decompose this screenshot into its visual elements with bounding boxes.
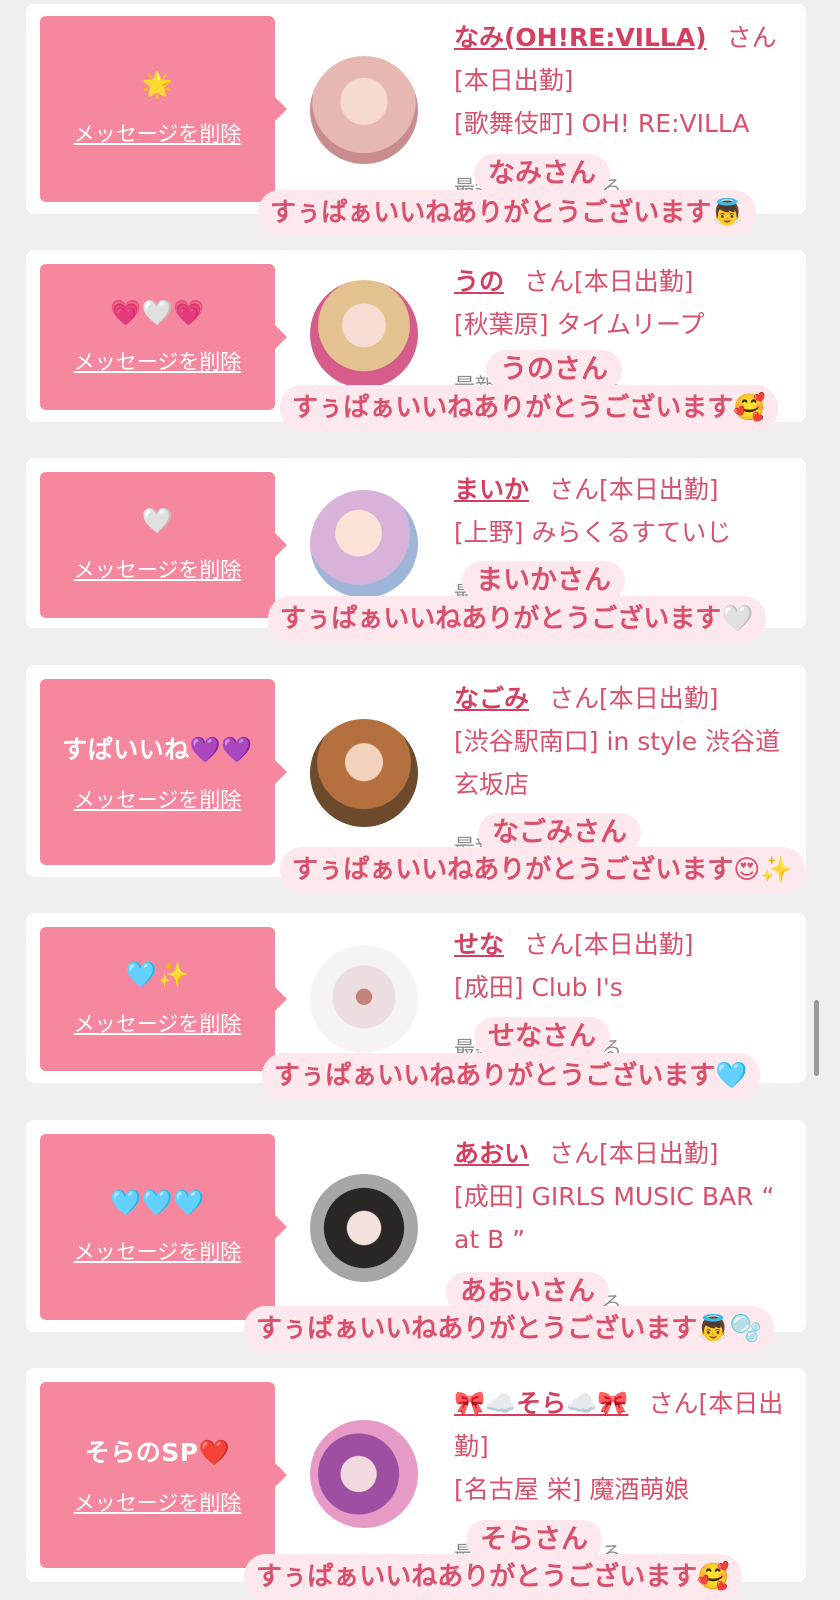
- delete-message-link[interactable]: メッセージを削除: [74, 784, 242, 814]
- profile-info: まいか さん[本日出勤] [上野] みらくるすていじ: [454, 468, 794, 554]
- message-text: すぱいいね💜💜: [62, 735, 253, 764]
- caption-name: なみさん: [474, 154, 610, 194]
- cast-status: さん[本日出勤]: [549, 684, 719, 713]
- delete-message-link[interactable]: メッセージを削除: [74, 1487, 242, 1517]
- cast-name-link[interactable]: なみ(OH!RE:VILLA): [454, 23, 707, 52]
- cast-name-link[interactable]: なごみ: [454, 684, 529, 713]
- profile-info: なごみ さん[本日出勤] [渋谷駅南口] in style 渋谷道玄坂店: [454, 677, 794, 806]
- profile-info: せな さん[本日出勤] [成田] Club I's: [454, 923, 794, 1009]
- message-text: 🩵✨: [125, 960, 190, 989]
- message-text: そらのSP❤️: [84, 1438, 231, 1467]
- cast-name-link[interactable]: まいか: [454, 475, 529, 504]
- avatar[interactable]: [310, 945, 418, 1053]
- caption-name: せなさん: [474, 1017, 610, 1057]
- delete-message-link[interactable]: メッセージを削除: [74, 1236, 242, 1266]
- caption-line: すぅぱぁいいねありがとうございます👼: [258, 190, 756, 236]
- avatar[interactable]: [310, 1420, 418, 1528]
- message-text: 🌟: [141, 70, 174, 99]
- avatar[interactable]: [310, 719, 418, 827]
- shop-label: [秋葉原] タイムリープ: [454, 310, 705, 339]
- profile-info: 🎀☁️そら☁️🎀 さん[本日出勤] [名古屋 栄] 魔酒萌娘: [454, 1382, 794, 1511]
- cast-status: さん[本日出勤]: [524, 930, 694, 959]
- list-item: 🌟 メッセージを削除 なみ(OH!RE:VILLA) さん[本日出勤] [歌舞伎町…: [26, 4, 806, 236]
- message-box: 🤍 メッセージを削除: [40, 472, 287, 618]
- shop-label: [成田] GIRLS MUSIC BAR “ at B ”: [454, 1182, 775, 1254]
- caption-name: うのさん: [486, 350, 622, 390]
- list-item: 🤍 メッセージを削除 まいかさん[本日出勤] [上野] みらくるすていじ 最新の…: [26, 458, 806, 642]
- delete-message-link[interactable]: メッセージを削除: [74, 1008, 242, 1038]
- message-box: 💗🤍💗 メッセージを削除: [40, 264, 287, 410]
- list-item: 💗🤍💗 メッセージを削除 うのさん[本日出勤] [秋葉原] タイムリープ 最新の…: [26, 250, 806, 431]
- avatar[interactable]: [310, 280, 418, 388]
- cast-name-link[interactable]: 🎀☁️そら☁️🎀: [454, 1389, 629, 1418]
- caption-line: すぅぱぁいいねありがとうございます👼🫧: [244, 1306, 774, 1352]
- shop-label: [歌舞伎町] OH! RE:VILLA: [454, 109, 750, 138]
- shop-label: [成田] Club I's: [454, 973, 623, 1002]
- caption-line: すぅぱぁいいねありがとうございます🤍: [268, 596, 766, 642]
- message-box: 🩵🩵🩵 メッセージを削除: [40, 1134, 287, 1320]
- list-item: 🩵✨ メッセージを削除 せなさん[本日出勤] [成田] Club I's 最新の…: [26, 913, 806, 1099]
- cast-name-link[interactable]: あおい: [454, 1139, 529, 1168]
- message-box: そらのSP❤️ メッセージを削除: [40, 1382, 287, 1568]
- delete-message-link[interactable]: メッセージを削除: [74, 554, 242, 584]
- list-item: すぱいいね💜💜 メッセージを削除 なごみ さん[本日出勤] [渋谷駅南口] in …: [26, 665, 806, 893]
- delete-message-link[interactable]: メッセージを削除: [74, 346, 242, 376]
- avatar[interactable]: [310, 490, 418, 598]
- message-box: 🩵✨ メッセージを削除: [40, 927, 287, 1071]
- message-list: 🌟 メッセージを削除 なみ(OH!RE:VILLA) さん[本日出勤] [歌舞伎町…: [0, 0, 840, 1600]
- message-box: すぱいいね💜💜 メッセージを削除: [40, 679, 287, 865]
- scrollbar[interactable]: [814, 1000, 819, 1076]
- delete-message-link[interactable]: メッセージを削除: [74, 118, 242, 148]
- shop-label: [上野] みらくるすていじ: [454, 518, 732, 547]
- cast-name-link[interactable]: うの: [454, 267, 504, 296]
- profile-info: なみ(OH!RE:VILLA) さん[本日出勤] [歌舞伎町] OH! RE:VI…: [454, 16, 794, 145]
- profile-info: うの さん[本日出勤] [秋葉原] タイムリープ: [454, 260, 794, 346]
- message-text: 🤍: [141, 506, 174, 535]
- message-text: 💗🤍💗: [110, 298, 205, 327]
- profile-info: あおい さん[本日出勤] [成田] GIRLS MUSIC BAR “ at B …: [454, 1132, 794, 1261]
- caption-line: すぅぱぁいいねありがとうございます🥰: [280, 385, 778, 431]
- caption-line: すぅぱぁいいねありがとうございます🩵: [262, 1053, 760, 1099]
- list-item: そらのSP❤️ メッセージを削除 🎀☁️そら☁️🎀 さん[本日出勤] [名古屋 栄…: [26, 1368, 806, 1600]
- message-box: 🌟 メッセージを削除: [40, 16, 287, 202]
- shop-label: [渋谷駅南口] in style 渋谷道玄坂店: [454, 727, 781, 799]
- caption-name: まいかさん: [462, 561, 625, 601]
- avatar[interactable]: [310, 56, 418, 164]
- cast-status: さん[本日出勤]: [549, 1139, 719, 1168]
- cast-status: さん[本日出勤]: [524, 267, 694, 296]
- avatar[interactable]: [310, 1174, 418, 1282]
- message-text: 🩵🩵🩵: [110, 1188, 205, 1217]
- cast-status: さん[本日出勤]: [549, 475, 719, 504]
- caption-line: すぅぱぁいいねありがとうございます😍✨: [280, 847, 805, 893]
- shop-label: [名古屋 栄] 魔酒萌娘: [454, 1475, 690, 1504]
- caption-line: すぅぱぁいいねありがとうございます🥰: [244, 1554, 742, 1600]
- cast-name-link[interactable]: せな: [454, 930, 504, 959]
- list-item: 🩵🩵🩵 メッセージを削除 あおい さん[本日出勤] [成田] GIRLS MUSI…: [26, 1120, 806, 1352]
